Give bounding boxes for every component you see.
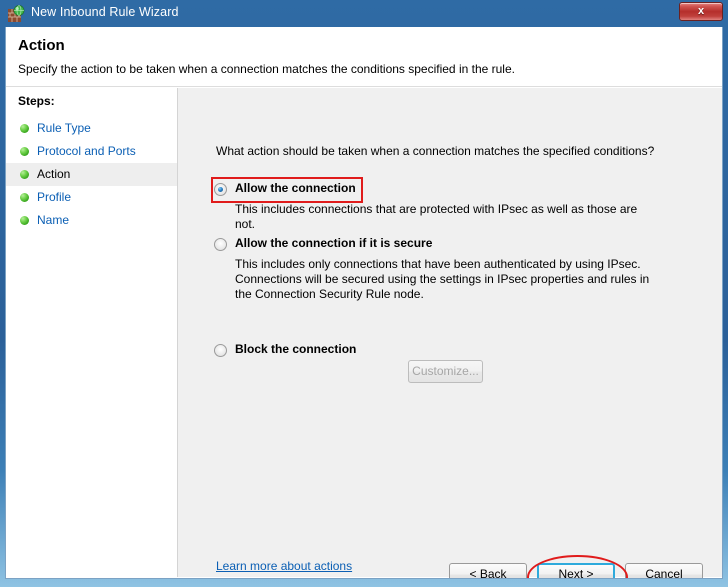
sidebar-item-label: Name [37,213,70,227]
steps-heading: Steps: [18,94,55,108]
title-bar[interactable]: New Inbound Rule Wizard x [0,0,728,27]
radio-allow-the-connection-if-it-is-secure[interactable] [214,238,227,251]
window-title: New Inbound Rule Wizard [31,5,179,19]
close-icon[interactable]: x [679,2,723,21]
wizard-window: New Inbound Rule Wizard x Action Specify… [0,0,728,587]
sidebar-item-protocol-and-ports[interactable]: Protocol and Ports [6,140,177,163]
steps-sidebar: Steps: Rule Type Protocol and Ports Acti… [6,88,178,577]
step-bullet-icon [20,147,29,156]
sidebar-item-label: Action [37,167,71,181]
option-label: Allow the connection if it is secure [235,236,433,250]
option-label: Block the connection [235,342,357,356]
customize-button[interactable]: Customize... [408,360,483,383]
page-title: Action [18,37,65,54]
sidebar-item-rule-type[interactable]: Rule Type [6,117,177,140]
step-bullet-icon [20,170,29,179]
option-label: Allow the connection [235,181,356,195]
learn-more-about-actions-link[interactable]: Learn more about actions [216,559,352,573]
content-question: What action should be taken when a conne… [216,144,655,158]
cancel-button[interactable]: Cancel [625,563,703,578]
firewall-globe-icon [8,5,25,22]
next-button[interactable]: Next > [537,563,615,578]
step-bullet-icon [20,124,29,133]
page-subtitle: Specify the action to be taken when a co… [18,62,515,76]
back-button[interactable]: < Back [449,563,527,578]
client-area: Action Specify the action to be taken wh… [5,27,723,579]
sidebar-item-profile[interactable]: Profile [6,186,177,209]
radio-block-the-connection[interactable] [214,344,227,357]
step-bullet-icon [20,193,29,202]
option-description: This includes only connections that have… [235,257,650,301]
radio-allow-the-connection[interactable] [214,183,227,196]
step-bullet-icon [20,216,29,225]
sidebar-item-label: Rule Type [37,121,91,135]
sidebar-item-name[interactable]: Name [6,209,177,232]
wizard-header: Action Specify the action to be taken wh… [6,27,722,87]
sidebar-item-label: Protocol and Ports [37,144,136,158]
content-pane: What action should be taken when a conne… [178,88,722,577]
option-description: This includes connections that are prote… [235,202,638,231]
sidebar-item-action[interactable]: Action [6,163,177,186]
sidebar-item-label: Profile [37,190,72,204]
